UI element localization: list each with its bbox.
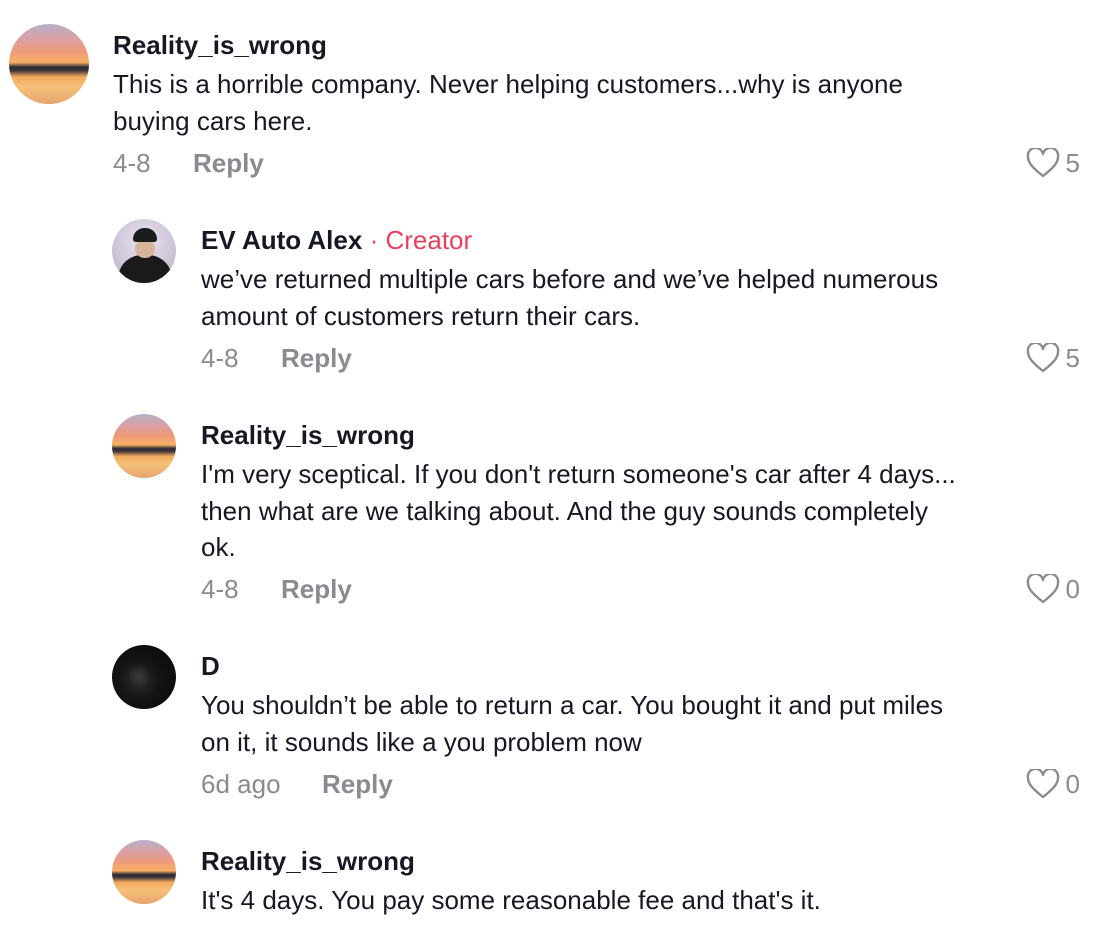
comment-username[interactable]: Reality_is_wrong (113, 30, 327, 60)
user-avatar[interactable] (112, 414, 176, 478)
comment-date: 4-8 (113, 148, 151, 178)
comment-text-line: we’ve returned multiple cars before and … (201, 264, 939, 294)
user-avatar[interactable] (112, 840, 176, 904)
comment-username[interactable]: Reality_is_wrong (201, 420, 415, 450)
avatar-figure (135, 240, 155, 258)
heart-outline-icon (1026, 343, 1059, 373)
comment-text-line: It's 4 days. You pay some reasonable fee… (201, 885, 821, 915)
user-avatar[interactable] (9, 24, 89, 104)
comment-username[interactable]: Reality_is_wrong (201, 846, 415, 876)
like-button[interactable]: 0 (1026, 768, 1080, 800)
comment-text-line: You shouldn’t be able to return a car. Y… (201, 690, 944, 720)
like-button[interactable]: 5 (1026, 147, 1080, 179)
like-count: 5 (1065, 148, 1080, 178)
badge-separator: · (369, 225, 379, 255)
like-button[interactable]: 0 (1026, 573, 1080, 605)
reply-button[interactable]: Reply (281, 574, 352, 604)
comment-username: EV Auto Alex · Creator (201, 225, 472, 255)
comment-thread: Reality_is_wrong This is a horrible comp… (0, 0, 1118, 926)
avatar-figure (126, 665, 152, 687)
comment-text-line: buying cars here. (113, 105, 313, 136)
reply-button[interactable]: Reply (281, 343, 352, 373)
heart-outline-icon (1026, 574, 1059, 604)
like-button[interactable]: 5 (1026, 342, 1080, 374)
reply-button[interactable]: Reply (322, 769, 393, 799)
comment-text: we’ve returned multiple cars before and … (201, 261, 1081, 334)
comment-text: This is a horrible company. Never helpin… (113, 66, 993, 139)
like-count: 0 (1065, 574, 1080, 604)
comment-date: 4-8 (201, 574, 239, 604)
comment-username[interactable]: D (201, 651, 220, 681)
comment-text-line: amount of customers return their cars. (201, 300, 641, 331)
user-avatar[interactable] (112, 219, 176, 283)
heart-outline-icon (1026, 769, 1059, 799)
like-count: 5 (1065, 343, 1080, 373)
comment-text-line: This is a horrible company. Never helpin… (113, 69, 903, 99)
comment-text-line: I'm very sceptical. If you don't return … (201, 459, 956, 489)
comment-text-line: then what are we talking about. And the … (201, 495, 929, 526)
reply-button[interactable]: Reply (193, 148, 264, 178)
comment-text: It's 4 days. You pay some reasonable fee… (201, 882, 1081, 919)
comment-text: I'm very sceptical. If you don't return … (201, 456, 1081, 566)
creator-name[interactable]: EV Auto Alex (201, 225, 362, 255)
heart-outline-icon (1026, 148, 1059, 178)
avatar-figure (118, 255, 172, 283)
comment-text-line: on it, it sounds like a you problem now (201, 726, 642, 757)
user-avatar[interactable] (112, 645, 176, 709)
comment-date: 6d ago (201, 769, 281, 799)
avatar-figure (133, 228, 157, 242)
comment-text: You shouldn’t be able to return a car. Y… (201, 687, 1081, 760)
comment-text-line: ok. (201, 532, 236, 562)
comment-date: 4-8 (201, 343, 239, 373)
like-count: 0 (1065, 769, 1080, 799)
creator-badge: Creator (385, 225, 473, 255)
